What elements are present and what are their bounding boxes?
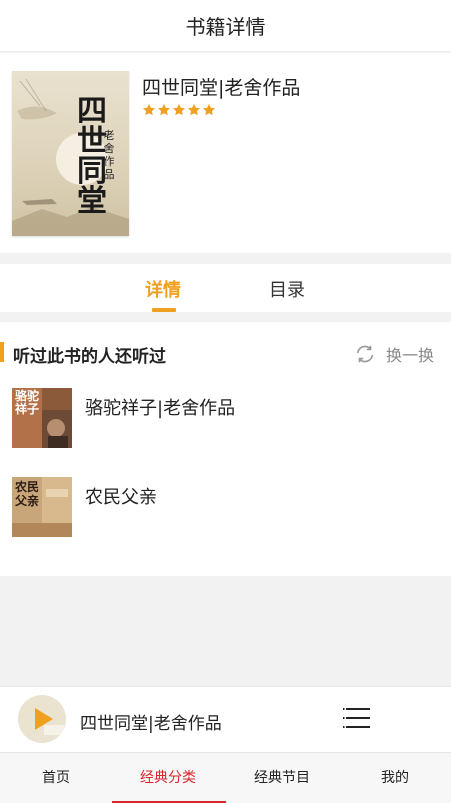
tab-catalog[interactable]: 目录 [269,276,305,302]
list-item[interactable]: 骆驼祥子 骆驼祥子|老舍作品 [12,388,442,448]
book-thumbnail: 骆驼祥子 [12,388,72,448]
nav-classic-categories[interactable]: 经典分类 [112,753,224,803]
recommendation-title: 听过此书的人还听过 [13,347,166,367]
refresh-label: 换一换 [386,346,435,365]
nav-classic-programs[interactable]: 经典节目 [226,753,338,803]
star-icon [142,103,156,116]
play-icon [18,695,66,743]
recommendation-section: 听过此书的人还听过 换一换 骆驼祥子 骆驼祥子|老舍作品 农民父亲 农民父亲 [0,322,451,576]
star-icon [187,103,201,116]
player-title: 四世同堂|老舍作品 [80,714,222,734]
page-title: 书籍详情 [185,15,266,39]
mini-player[interactable]: 四世同堂|老舍作品 [0,686,451,752]
refresh-icon [356,345,374,363]
book-name: 农民父亲 [85,487,157,508]
detail-tabs: 详情 目录 [0,264,451,312]
nav-home[interactable]: 首页 [0,753,112,803]
book-name: 骆驼祥子|老舍作品 [85,398,236,419]
section-accent-bar [0,342,4,362]
player-cover[interactable] [18,695,66,743]
star-icon [172,103,186,116]
tab-detail[interactable]: 详情 [145,276,181,302]
book-cover-subtitle: 老舍作品 [103,129,115,181]
active-tab-indicator [152,308,176,312]
refresh-button[interactable]: 换一换 [354,342,434,366]
star-icon [157,103,171,116]
header: 书籍详情 [0,0,451,52]
book-thumbnail: 农民父亲 [12,477,72,537]
star-icon [202,103,216,116]
star-rating [142,103,216,117]
list-item[interactable]: 农民父亲 农民父亲 [12,477,442,537]
book-thumbnail-text: 农民父亲 [15,480,40,508]
book-title: 四世同堂|老舍作品 [142,77,301,99]
book-info-card: 四世同堂 老舍作品 四世同堂|老舍作品 [0,53,451,253]
bottom-nav: 首页 经典分类 经典节目 我的 [0,752,451,803]
playlist-icon[interactable] [343,705,371,731]
book-cover-image[interactable]: 四世同堂 老舍作品 [12,71,129,236]
nav-mine[interactable]: 我的 [339,753,451,803]
book-thumbnail-text: 骆驼祥子 [15,389,40,416]
